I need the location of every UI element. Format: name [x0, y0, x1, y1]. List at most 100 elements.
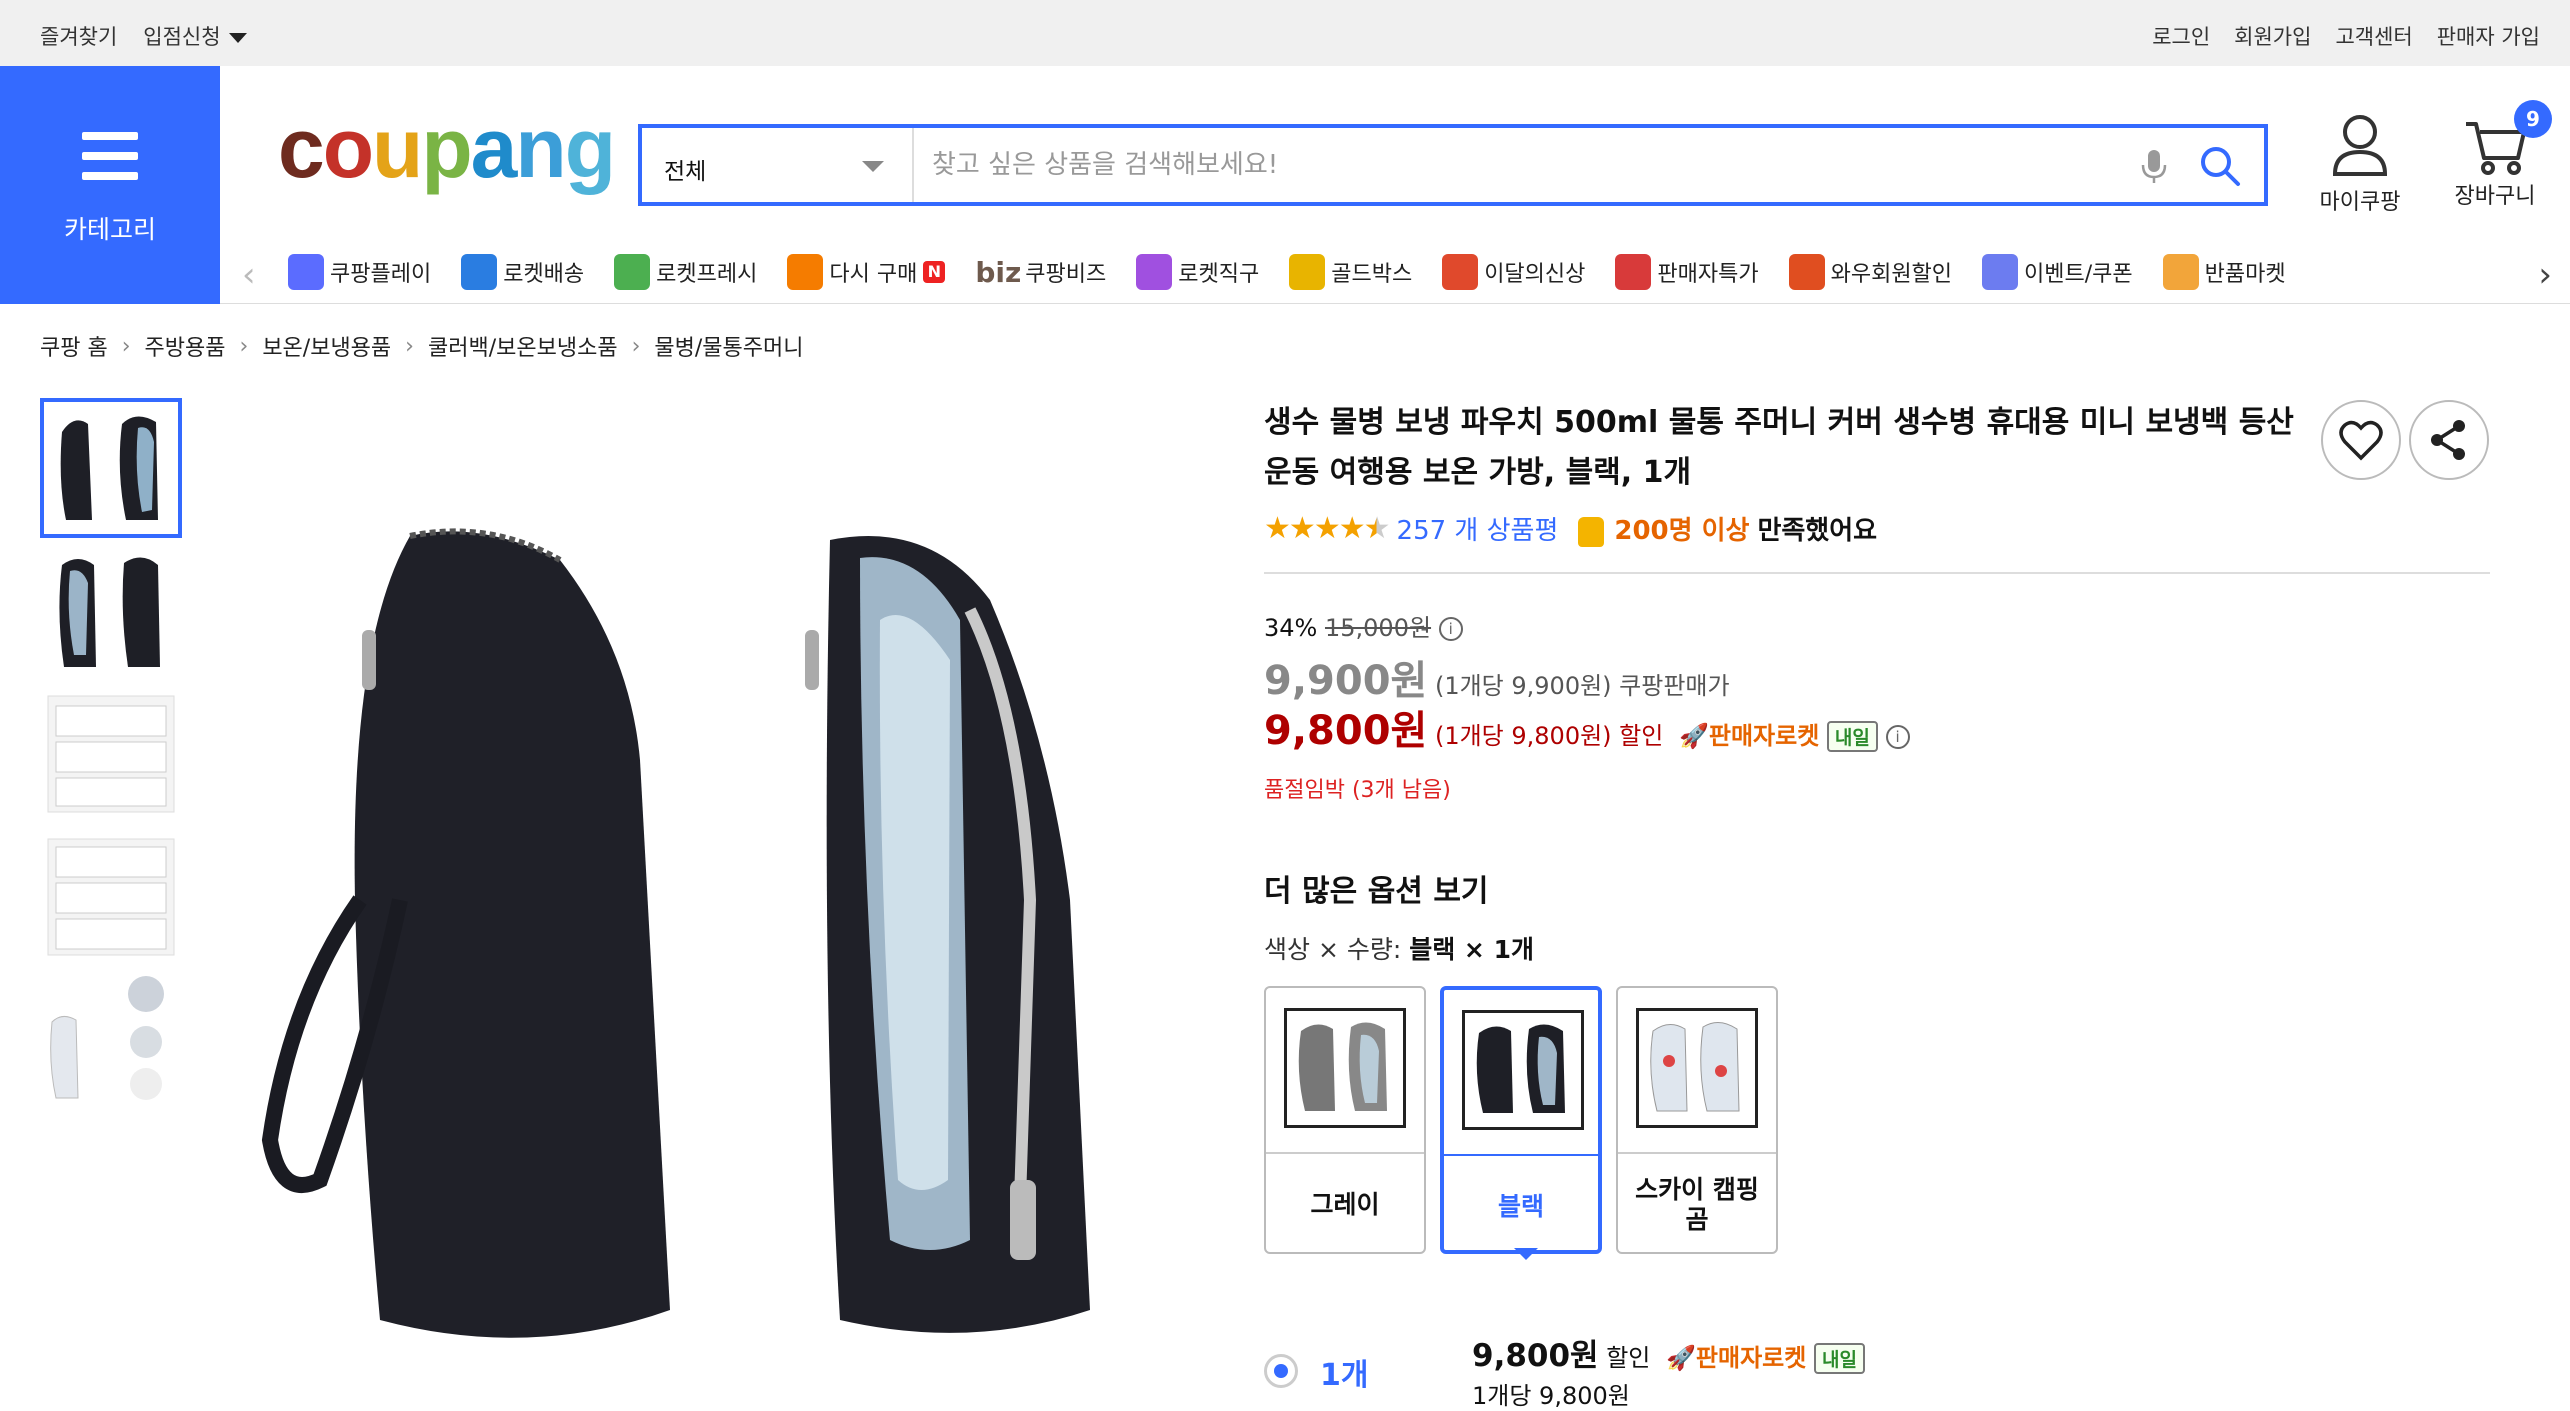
share-button[interactable]: [2409, 400, 2489, 480]
goldbox-icon: [1289, 254, 1326, 290]
chevron-right-icon: ›: [405, 333, 414, 359]
breadcrumb-item[interactable]: 주방용품: [145, 330, 226, 362]
breadcrumb-item[interactable]: 쿨러백/보온보냉소품: [428, 330, 618, 362]
nav-item[interactable]: 반품마켓: [2162, 254, 2286, 290]
option-sky-camping-bear[interactable]: 스카이 캠핑곰: [1616, 986, 1778, 1254]
quantity-discount-word: 할인: [1606, 1344, 1651, 1372]
rating-row: ★★★★★ 257 개 상품평 200명 이상 만족했어요: [1264, 510, 1877, 547]
top-bar: 즐겨찾기 입점신청 로그인 회원가입 고객센터 판매자 가입: [0, 0, 2570, 66]
search-category-select[interactable]: 전체: [642, 128, 914, 202]
chevron-left-icon[interactable]: ‹: [242, 258, 256, 292]
quantity-rocket-badge: 🚀판매자로켓: [1666, 1344, 1807, 1372]
search-icon[interactable]: [2198, 144, 2242, 188]
nav-item[interactable]: 이달의신상: [1442, 254, 1585, 290]
nav-item-label: 이달의신상: [1484, 262, 1586, 287]
play-icon: [288, 254, 324, 290]
nav-item-label: 로켓배송: [503, 262, 585, 287]
rebuy-icon: [787, 254, 824, 290]
nav-item-label: 로켓직구: [1178, 262, 1260, 287]
favorites-link[interactable]: 즐겨찾기: [40, 21, 117, 51]
info-icon[interactable]: i: [1885, 725, 1910, 749]
delivery-tag: 내일: [1826, 721, 1878, 752]
seller-rocket-badge: 🚀판매자로켓: [1678, 722, 1820, 750]
thumbnail-2[interactable]: [40, 541, 182, 681]
breadcrumb-item[interactable]: 보온/보냉용품: [262, 330, 391, 362]
thumbs-up-icon: [1578, 516, 1605, 547]
discount-rate: 34%: [1264, 614, 1318, 642]
option-black-label: 블랙: [1444, 1154, 1598, 1258]
chevron-right-icon[interactable]: ›: [2538, 258, 2552, 292]
option-sky-image: [1636, 1008, 1758, 1128]
wishlist-button[interactable]: [2321, 400, 2401, 480]
search-bar: 전체: [638, 124, 2268, 206]
info-icon[interactable]: i: [1438, 617, 1463, 641]
nav-item[interactable]: biz 쿠팡비즈: [975, 254, 1106, 290]
nav-item[interactable]: 골드박스: [1289, 254, 1412, 290]
support-link[interactable]: 고객센터: [2335, 21, 2412, 51]
quantity-radio[interactable]: [1264, 1354, 1298, 1388]
option-gray[interactable]: 그레이: [1264, 986, 1426, 1254]
nav-item[interactable]: 로켓프레시: [614, 254, 757, 290]
microphone-icon[interactable]: [2134, 146, 2174, 186]
hamburger-icon: [82, 132, 138, 192]
search-input[interactable]: [932, 142, 2032, 188]
new-bag-icon: [1442, 254, 1479, 290]
quantity-label[interactable]: 1개: [1320, 1350, 1368, 1394]
nav-item-label: 골드박스: [1331, 262, 1413, 287]
cart-label: 장바구니: [2454, 184, 2536, 209]
thumbnail-list: [40, 398, 182, 1113]
thumbnail-5[interactable]: [40, 970, 182, 1110]
more-options-heading: 더 많은 옵션 보기: [1264, 874, 1489, 909]
entry-link[interactable]: 입점신청: [143, 21, 247, 51]
login-link[interactable]: 로그인: [2152, 21, 2210, 51]
nav-item[interactable]: 다시 구매 N: [787, 254, 946, 290]
coupang-price-unit: (1개당 9,900원) 쿠팡판매가: [1434, 672, 1730, 700]
nav-item-label: 이벤트/쿠폰: [2024, 262, 2133, 287]
percent-icon: [1615, 254, 1652, 290]
nav-item[interactable]: 이벤트/쿠폰: [1982, 254, 2133, 290]
cart-button[interactable]: 9 장바구니: [2440, 100, 2552, 210]
chevron-down-icon: [862, 161, 884, 172]
coupang-logo[interactable]: coupang: [278, 106, 616, 190]
star-icon: ★: [1363, 511, 1391, 546]
category-nav: ‹ 쿠팡플레이 로켓배송 로켓프레시 다시 구매 N biz 쿠팡비즈 로켓직구 골드박스 이달의…: [220, 240, 2570, 304]
logo-letter: n: [515, 101, 566, 195]
mypage-button[interactable]: 마이쿠팡: [2310, 112, 2410, 216]
quantity-price: 9,800원: [1472, 1338, 1599, 1374]
nav-item-label: 쿠팡플레이: [330, 262, 432, 287]
heart-icon: [2339, 420, 2383, 461]
quantity-per-unit: 1개당 9,800원: [1472, 1382, 1630, 1410]
option-gray-label: 그레이: [1266, 1152, 1424, 1256]
breadcrumb: 쿠팡 홈 › 주방용품 › 보온/보냉용품 › 쿨러백/보온보냉소품 › 물병/물통주머니: [40, 330, 803, 362]
star-icon: ★: [1264, 511, 1291, 546]
nav-item-label: 다시 구매: [829, 262, 918, 287]
signup-link[interactable]: 회원가입: [2234, 21, 2311, 51]
sale-price-row: 9,800원 (1개당 9,800원) 할인 🚀판매자로켓 내일 i: [1264, 698, 1910, 756]
nav-item[interactable]: 쿠팡플레이: [288, 254, 431, 290]
option-gray-image: [1284, 1008, 1406, 1128]
biz-prefix: biz: [975, 255, 1022, 289]
breadcrumb-item[interactable]: 물병/물통주머니: [654, 330, 803, 362]
global-rocket-icon: [1136, 254, 1173, 290]
quantity-rocket-label: 판매자로켓: [1695, 1344, 1807, 1372]
thumbnail-3[interactable]: [40, 684, 182, 824]
chevron-right-icon: ›: [121, 333, 131, 359]
breadcrumb-item[interactable]: 쿠팡 홈: [40, 330, 108, 362]
thumbnail-4[interactable]: [40, 827, 182, 967]
nav-item[interactable]: 판매자특가: [1615, 254, 1759, 290]
nav-item[interactable]: 로켓배송: [461, 254, 584, 290]
nav-item[interactable]: 로켓직구: [1136, 254, 1259, 290]
review-count-link[interactable]: 257 개 상품평: [1397, 510, 1559, 547]
sale-price-unit: (1개당 9,800원) 할인: [1434, 722, 1664, 750]
user-icon: [2332, 115, 2388, 176]
seller-signup-link[interactable]: 판매자 가입: [2437, 21, 2540, 51]
wow-icon: [1788, 254, 1825, 290]
nav-item[interactable]: 와우회원할인: [1788, 254, 1952, 290]
nav-item-label: 반품마켓: [2204, 262, 2286, 287]
option-black[interactable]: 블랙: [1440, 986, 1602, 1260]
option-black-image: [1462, 1010, 1584, 1130]
star-rating: ★★★★★: [1264, 511, 1391, 546]
category-button[interactable]: 카테고리: [0, 66, 220, 304]
logo-letter: o: [322, 101, 374, 195]
thumbnail-1[interactable]: [40, 398, 182, 538]
